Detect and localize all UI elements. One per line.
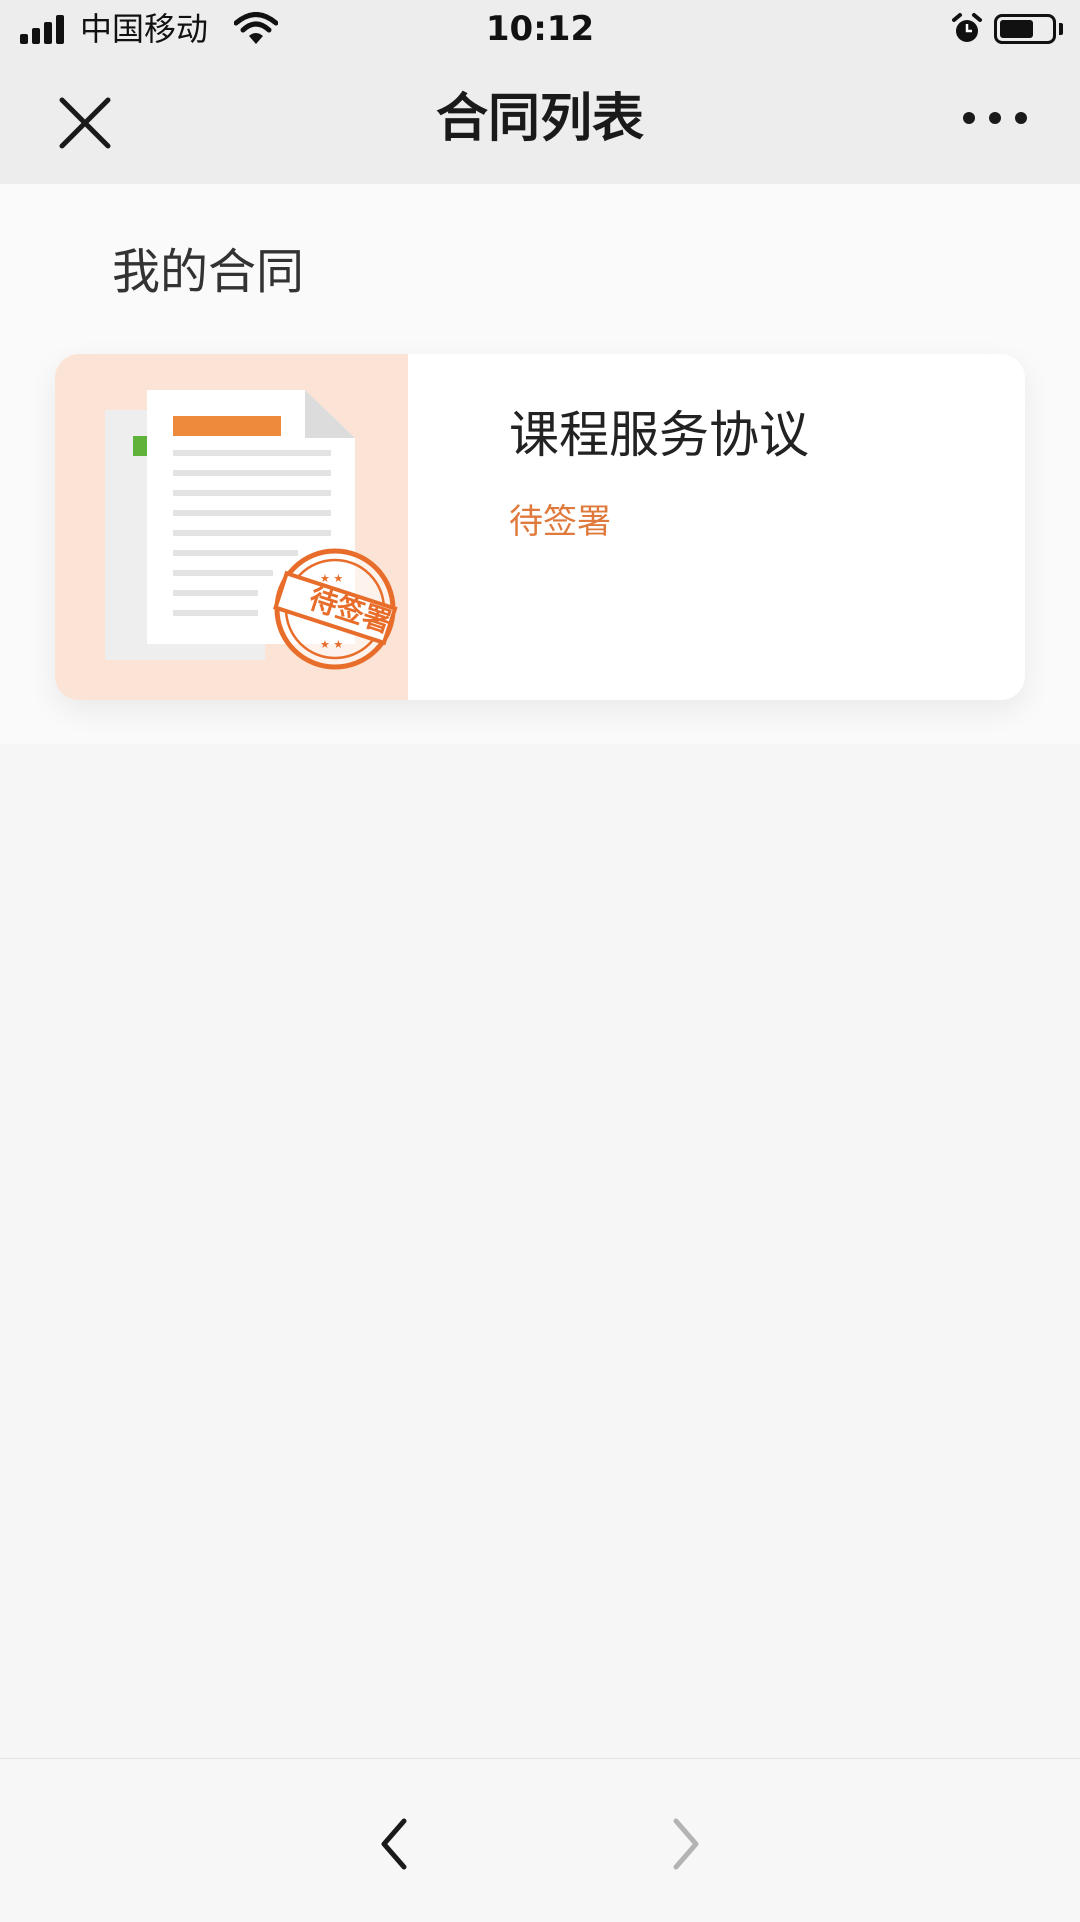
forward-button[interactable]: [650, 1809, 720, 1879]
more-button[interactable]: [955, 98, 1035, 138]
back-arrow-icon: [381, 1818, 407, 1870]
svg-text:★ ★: ★ ★: [320, 638, 343, 651]
alarm-icon: [952, 13, 982, 42]
back-button[interactable]: [360, 1809, 430, 1879]
contract-title: 课程服务协议: [509, 406, 809, 464]
forward-arrow-icon: [673, 1818, 699, 1870]
svg-text:★ ★: ★ ★: [320, 572, 343, 585]
battery-cap: [1059, 23, 1063, 35]
top-header: 中国移动 10:12 合同列表: [0, 0, 1080, 184]
close-icon: [59, 97, 111, 149]
status-time: 10:12: [485, 9, 595, 49]
more-icon: [963, 112, 1027, 124]
page-title: 合同列表: [435, 89, 644, 149]
battery-icon: [994, 14, 1056, 44]
contract-thumbnail: ★ ★ ★ ★ 待签署: [55, 354, 408, 700]
nav-bar: 合同列表: [0, 58, 1080, 184]
battery-level: [1000, 20, 1033, 38]
contract-card[interactable]: ★ ★ ★ ★ 待签署 课程服务协议 待签署: [55, 354, 1025, 700]
contract-status: 待签署: [509, 502, 611, 542]
section-title: 我的合同: [112, 244, 305, 300]
close-button[interactable]: [50, 88, 120, 158]
content-area: 我的合同 ★ ★ ★ ★ 待签署 课程服务协议 待签署: [0, 184, 1080, 744]
status-bar: 中国移动 10:12: [0, 0, 1080, 58]
bottom-toolbar: [0, 1758, 1080, 1922]
